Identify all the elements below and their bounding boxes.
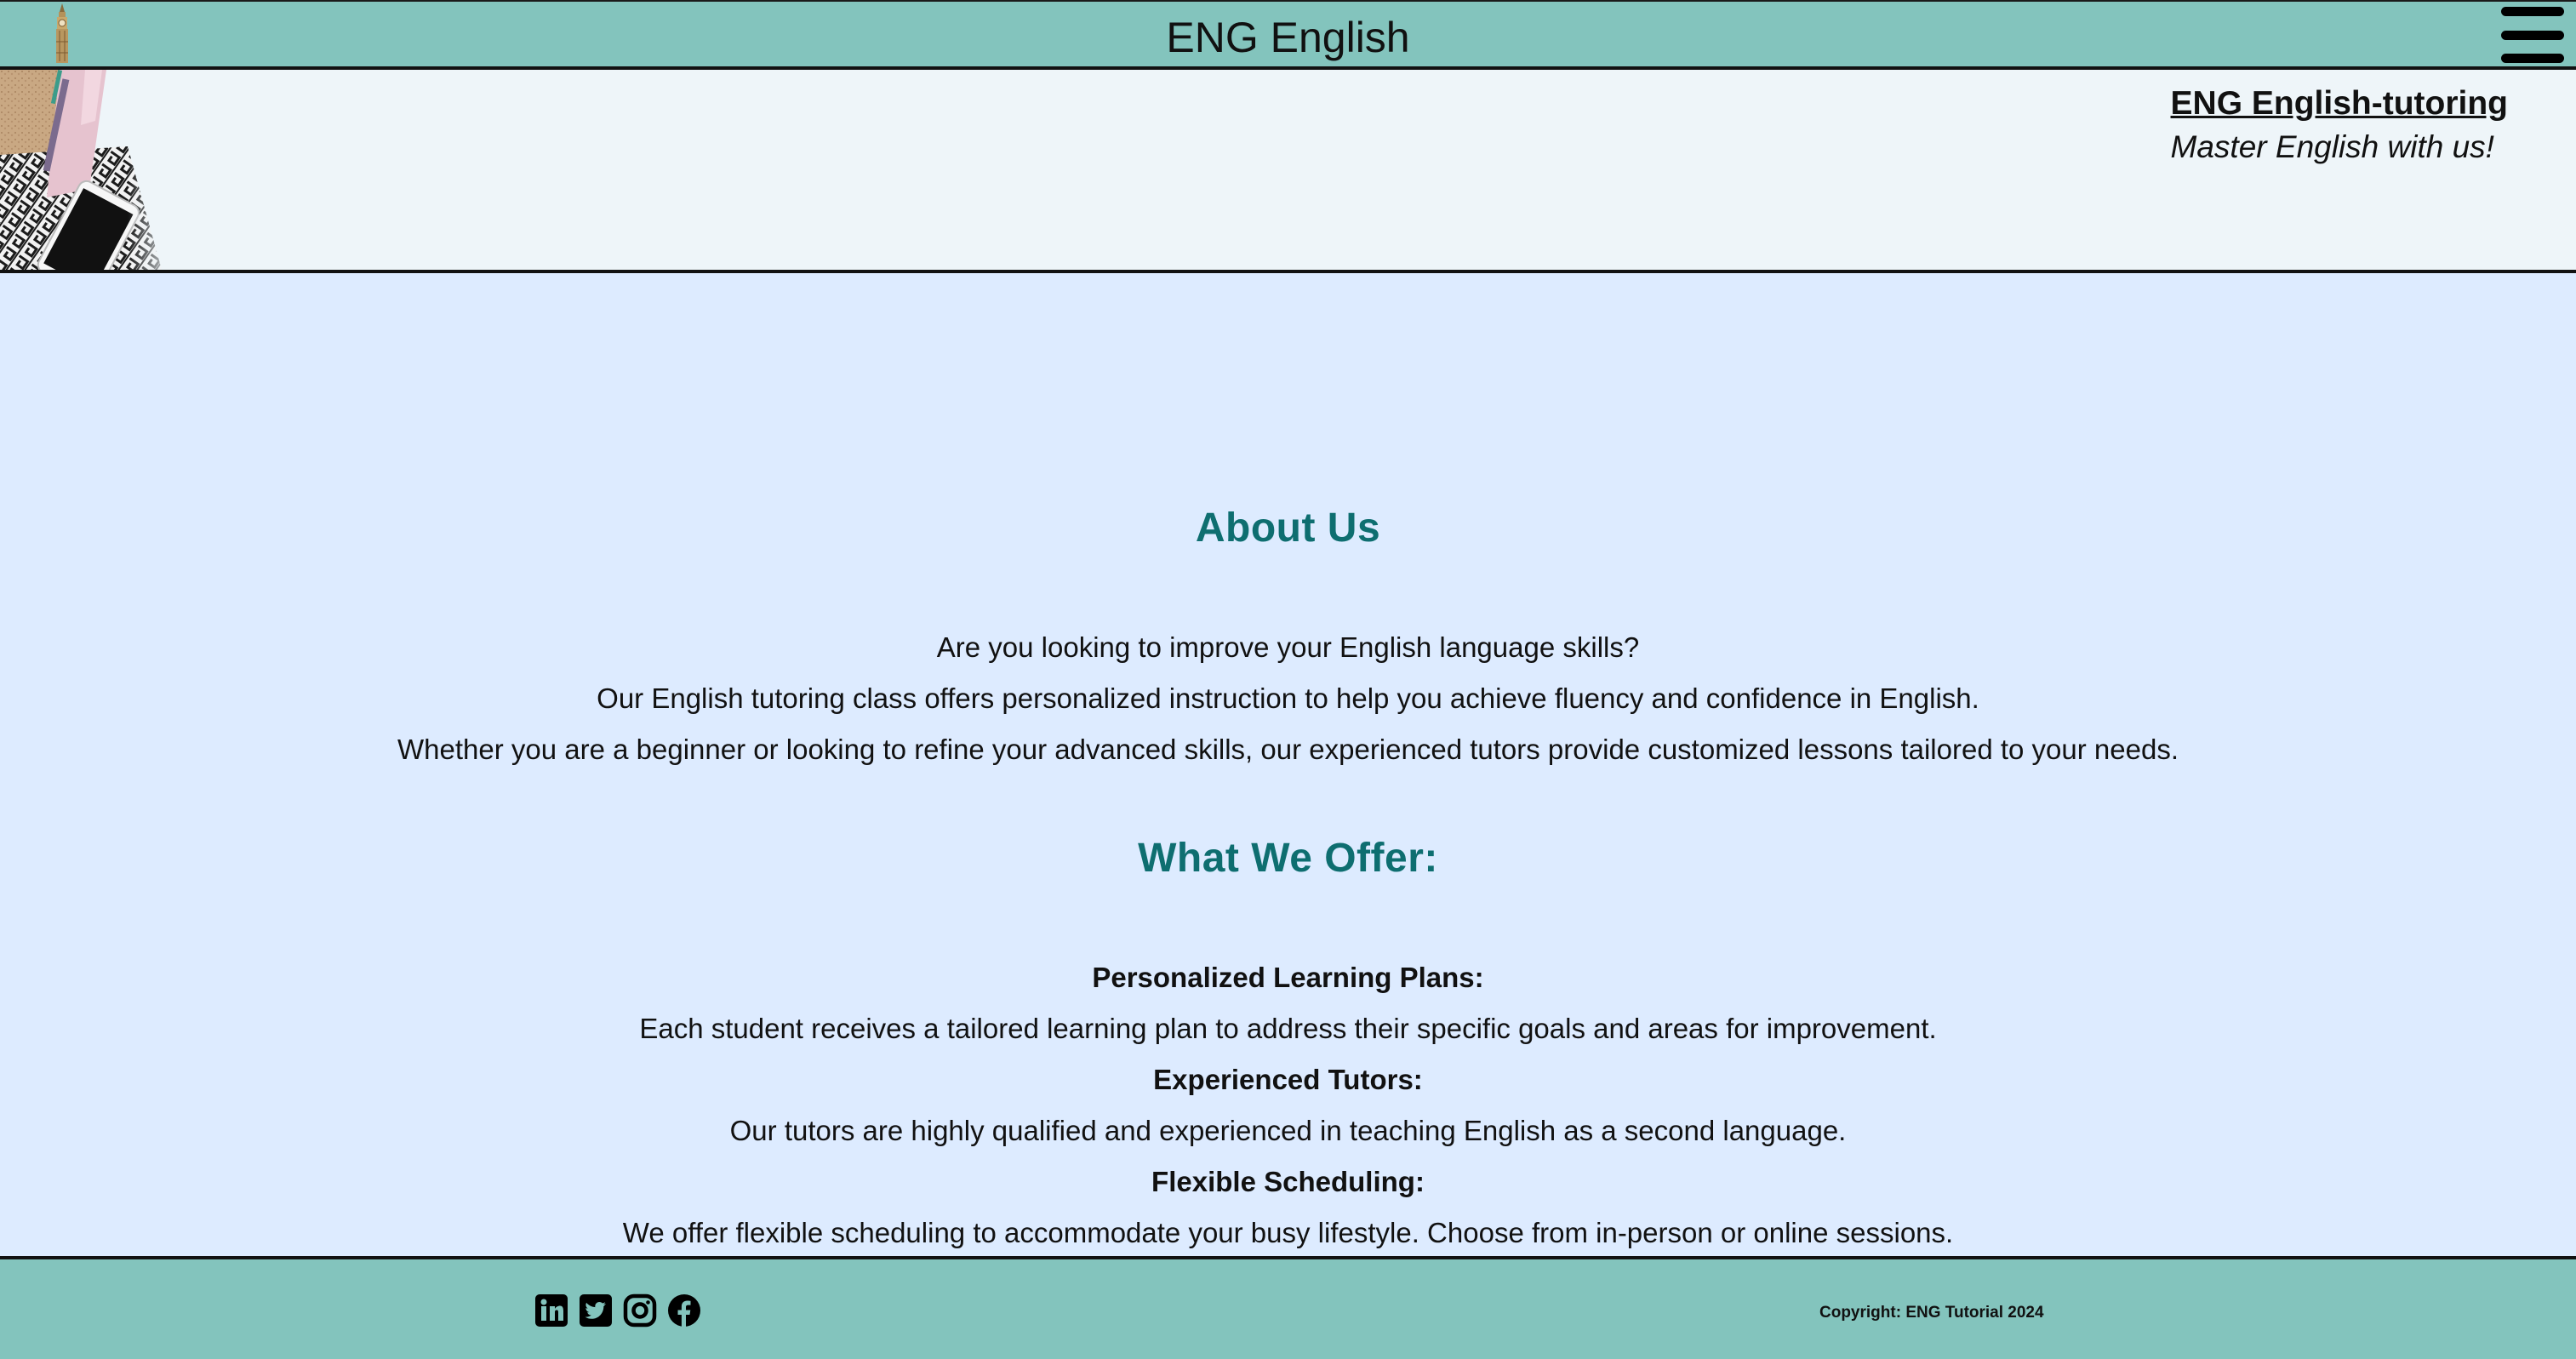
about-line: Whether you are a beginner or looking to… [397, 734, 2179, 765]
twitter-icon[interactable] [579, 1293, 613, 1328]
offer-item-text: Each student receives a tailored learnin… [639, 1013, 1937, 1044]
copyright-text: Copyright: ENG Tutorial 2024 [1819, 1304, 2044, 1322]
instagram-icon[interactable] [623, 1293, 657, 1328]
about-line: Our English tutoring class offers person… [597, 682, 1979, 714]
offer-item-text: We offer flexible scheduling to accommod… [622, 1217, 1954, 1248]
offer-item-title: Experienced Tutors: [1153, 1064, 1423, 1095]
hamburger-menu-icon[interactable] [2501, 7, 2564, 63]
offer-item-title: Personalized Learning Plans: [1092, 962, 1484, 993]
facebook-icon[interactable] [667, 1293, 701, 1328]
brand-link[interactable]: ENG English-tutoring [2171, 82, 2508, 126]
main-content: About Us Are you looking to improve your… [0, 273, 2576, 1256]
tagline: Master English with us! [2170, 129, 2494, 164]
top-navbar: ENG English [0, 0, 2576, 70]
about-heading: About Us [1195, 505, 1381, 551]
hero-brand-block: ENG English-tutoring Master English with… [2171, 82, 2508, 168]
offer-heading: What We Offer: [1138, 836, 1438, 881]
site-footer: Copyright: ENG Tutorial 2024 [0, 1256, 2576, 1359]
offer-item-title: Flexible Scheduling: [1151, 1166, 1425, 1197]
social-links [534, 1293, 701, 1328]
site-title: ENG English [1166, 14, 1410, 61]
offer-item-text: Our tutors are highly qualified and expe… [729, 1115, 1847, 1146]
hero-banner: ENG English-tutoring Master English with… [0, 70, 2576, 273]
hero-desk-photo [0, 70, 179, 270]
about-line: Are you looking to improve your English … [936, 631, 1640, 663]
linkedin-icon[interactable] [534, 1293, 568, 1328]
